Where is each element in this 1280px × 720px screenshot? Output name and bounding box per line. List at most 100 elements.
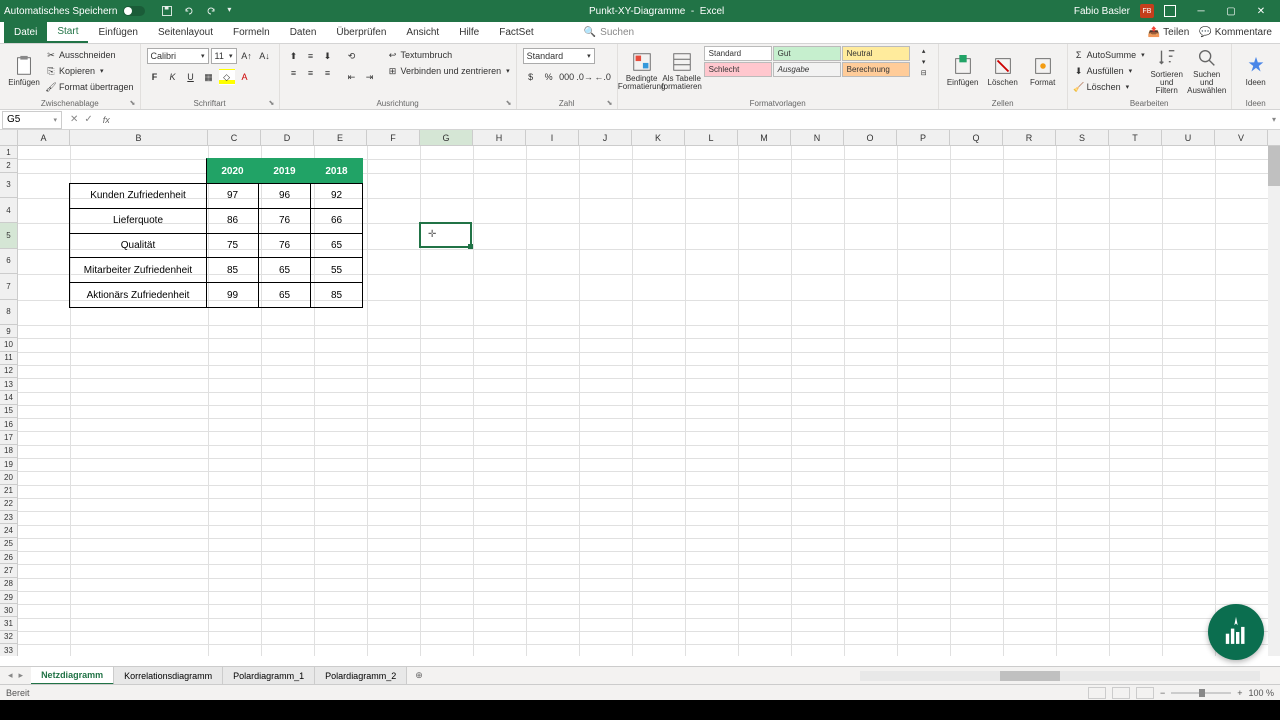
- row-header-7[interactable]: 7: [0, 274, 18, 299]
- autosum-button[interactable]: ΣAutoSumme▾: [1074, 48, 1145, 62]
- view-normal-button[interactable]: [1088, 687, 1106, 699]
- fill-button[interactable]: ⬇Ausfüllen▾: [1074, 64, 1145, 78]
- row-header-11[interactable]: 11: [0, 352, 18, 365]
- sheet-nav-first-icon[interactable]: ◂: [8, 670, 13, 681]
- share-button[interactable]: 📤Teilen: [1148, 27, 1190, 38]
- ribbon-display-icon[interactable]: [1164, 5, 1176, 17]
- col-header-V[interactable]: V: [1215, 130, 1268, 145]
- font-size-select[interactable]: 11▾: [211, 48, 237, 64]
- col-header-C[interactable]: C: [208, 130, 261, 145]
- clipboard-launcher[interactable]: ⬊: [130, 99, 138, 107]
- col-header-F[interactable]: F: [367, 130, 420, 145]
- tab-ansicht[interactable]: Ansicht: [396, 22, 449, 43]
- col-header-K[interactable]: K: [632, 130, 685, 145]
- font-name-select[interactable]: Calibri▾: [147, 48, 209, 64]
- wrap-text-button[interactable]: ↩Textumbruch: [388, 48, 510, 62]
- row-header-18[interactable]: 18: [0, 445, 18, 458]
- row-header-16[interactable]: 16: [0, 418, 18, 431]
- view-page-break-button[interactable]: [1136, 687, 1154, 699]
- formula-input[interactable]: [114, 111, 1268, 129]
- decrease-font-button[interactable]: A↓: [257, 48, 273, 64]
- row-header-31[interactable]: 31: [0, 617, 18, 630]
- row-header-15[interactable]: 15: [0, 405, 18, 418]
- undo-icon[interactable]: [183, 5, 195, 17]
- style-schlecht[interactable]: Schlecht: [704, 62, 772, 77]
- underline-button[interactable]: U: [183, 69, 199, 85]
- col-header-A[interactable]: A: [18, 130, 70, 145]
- active-cell[interactable]: [419, 222, 472, 247]
- view-page-layout-button[interactable]: [1112, 687, 1130, 699]
- decrease-decimal-button[interactable]: ←.0: [595, 69, 611, 85]
- align-left-button[interactable]: ≡: [286, 65, 302, 81]
- sheet-tab-netzdiagramm[interactable]: Netzdiagramm: [31, 667, 114, 685]
- col-header-Q[interactable]: Q: [950, 130, 1003, 145]
- align-bottom-button[interactable]: ⬇: [320, 48, 336, 64]
- decrease-indent-button[interactable]: ⇤: [344, 69, 360, 85]
- tab-formeln[interactable]: Formeln: [223, 22, 280, 43]
- row-header-13[interactable]: 13: [0, 378, 18, 391]
- format-painter-button[interactable]: 🖌Format übertragen: [46, 80, 134, 94]
- row-header-12[interactable]: 12: [0, 365, 18, 378]
- percent-button[interactable]: %: [541, 69, 557, 85]
- col-header-D[interactable]: D: [261, 130, 314, 145]
- tab-seitenlayout[interactable]: Seitenlayout: [148, 22, 223, 43]
- zoom-in-button[interactable]: +: [1237, 688, 1242, 698]
- increase-font-button[interactable]: A↑: [239, 48, 255, 64]
- row-header-21[interactable]: 21: [0, 485, 18, 498]
- merge-button[interactable]: ⊞Verbinden und zentrieren▾: [388, 64, 510, 78]
- format-cells-button[interactable]: Format: [1025, 46, 1061, 96]
- sheet-tab-polardiagramm_2[interactable]: Polardiagramm_2: [315, 667, 407, 685]
- row-header-25[interactable]: 25: [0, 538, 18, 551]
- zoom-out-button[interactable]: −: [1160, 688, 1165, 698]
- row-header-29[interactable]: 29: [0, 591, 18, 604]
- tab-factset[interactable]: FactSet: [489, 22, 543, 43]
- row-header-30[interactable]: 30: [0, 604, 18, 617]
- delete-cells-button[interactable]: Löschen: [985, 46, 1021, 96]
- row-header-24[interactable]: 24: [0, 524, 18, 537]
- minimize-button[interactable]: ─: [1186, 0, 1216, 22]
- add-sheet-button[interactable]: ⊕: [407, 670, 431, 681]
- orientation-button[interactable]: ⟲: [344, 48, 360, 64]
- style-standard[interactable]: Standard: [704, 46, 772, 61]
- find-select-button[interactable]: Suchen und Auswählen: [1189, 46, 1225, 96]
- cancel-formula-icon[interactable]: ✕: [70, 114, 78, 125]
- expand-formula-icon[interactable]: ▾: [1268, 115, 1280, 124]
- bold-button[interactable]: F: [147, 69, 163, 85]
- name-box[interactable]: G5▾: [2, 111, 62, 129]
- row-header-22[interactable]: 22: [0, 498, 18, 511]
- row-header-2[interactable]: 2: [0, 159, 18, 172]
- vertical-scrollbar[interactable]: [1268, 146, 1280, 656]
- tab-daten[interactable]: Daten: [280, 22, 327, 43]
- fx-icon[interactable]: fx: [99, 115, 114, 125]
- col-header-J[interactable]: J: [579, 130, 632, 145]
- col-header-T[interactable]: T: [1109, 130, 1162, 145]
- sheet-nav-last-icon[interactable]: ▸: [19, 670, 24, 681]
- comments-button[interactable]: 💬Kommentare: [1199, 27, 1272, 38]
- row-header-1[interactable]: 1: [0, 146, 18, 159]
- styles-down-button[interactable]: ▾: [916, 57, 932, 67]
- styles-up-button[interactable]: ▴: [916, 46, 932, 56]
- row-header-9[interactable]: 9: [0, 325, 18, 338]
- comma-button[interactable]: 000: [559, 69, 575, 85]
- align-middle-button[interactable]: ≡: [303, 48, 319, 64]
- col-header-U[interactable]: U: [1162, 130, 1215, 145]
- autosave-toggle[interactable]: Automatisches Speichern: [4, 6, 145, 17]
- tab-einfuegen[interactable]: Einfügen: [88, 22, 147, 43]
- increase-decimal-button[interactable]: .0→: [577, 69, 593, 85]
- col-header-G[interactable]: G: [420, 130, 473, 145]
- italic-button[interactable]: K: [165, 69, 181, 85]
- cut-button[interactable]: ✂Ausschneiden: [46, 48, 134, 62]
- clear-button[interactable]: 🧹Löschen▾: [1074, 80, 1145, 94]
- spreadsheet-grid[interactable]: ABCDEFGHIJKLMNOPQRSTUV 12345678910111213…: [0, 130, 1280, 656]
- tab-ueberpruefen[interactable]: Überprüfen: [326, 22, 396, 43]
- horizontal-scrollbar[interactable]: [860, 671, 1260, 681]
- sheet-tab-polardiagramm_1[interactable]: Polardiagramm_1: [223, 667, 315, 685]
- align-right-button[interactable]: ≡: [320, 65, 336, 81]
- col-header-O[interactable]: O: [844, 130, 897, 145]
- row-header-14[interactable]: 14: [0, 391, 18, 404]
- row-header-4[interactable]: 4: [0, 198, 18, 223]
- col-header-B[interactable]: B: [70, 130, 208, 145]
- row-header-27[interactable]: 27: [0, 564, 18, 577]
- number-launcher[interactable]: ⬊: [607, 99, 615, 107]
- col-header-P[interactable]: P: [897, 130, 950, 145]
